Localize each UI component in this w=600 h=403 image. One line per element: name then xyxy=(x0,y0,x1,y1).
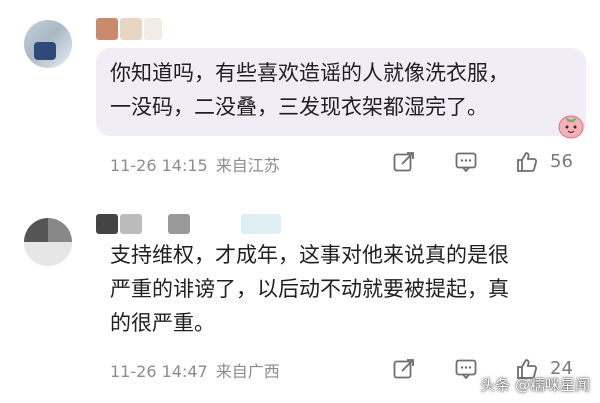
avatar[interactable] xyxy=(24,218,72,266)
reply-icon[interactable] xyxy=(454,150,478,174)
reply-icon[interactable] xyxy=(454,357,478,381)
comment-text-line: 的很严重。 xyxy=(110,311,215,335)
comment-date: 11-26 14:15 xyxy=(110,156,208,175)
comment-text-line: 支持维权，才成年，这事对他来说真的是很 xyxy=(110,243,509,267)
share-icon[interactable] xyxy=(392,357,416,381)
comment-meta: 11-26 14:47 来自广西 xyxy=(110,358,280,382)
comment-text-bubble: 你知道吗，有些喜欢造谣的人就像洗衣服， 一没码，二没叠，三发现衣架都湿完了。 xyxy=(96,48,586,136)
comment-location: 来自广西 xyxy=(215,362,280,381)
comment-meta: 11-26 14:15 来自江苏 xyxy=(110,152,280,176)
comment-location: 来自江苏 xyxy=(215,156,280,175)
comment-date: 11-26 14:47 xyxy=(110,362,208,381)
strawberry-sticker-icon xyxy=(558,115,584,139)
comment-text-line: 严重的诽谤了，以后动不动就要被提起，真 xyxy=(110,277,509,301)
comment-text-line: 一没码，二没叠，三发现衣架都湿完了。 xyxy=(110,95,488,119)
like-icon[interactable] xyxy=(515,150,539,174)
like-count: 56 xyxy=(550,151,573,172)
avatar[interactable] xyxy=(24,20,72,68)
watermark: 头条 @糯咪星闻 xyxy=(480,376,590,394)
comment-actions: 56 xyxy=(392,150,582,174)
comment-text: 支持维权，才成年，这事对他来说真的是很 严重的诽谤了，以后动不动就要被提起，真 … xyxy=(110,238,590,340)
share-icon[interactable] xyxy=(392,150,416,174)
comment-1: 你知道吗，有些喜欢造谣的人就像洗衣服， 一没码，二没叠，三发现衣架都湿完了。 1… xyxy=(0,0,600,200)
comment-2: 支持维权，才成年，这事对他来说真的是很 严重的诽谤了，以后动不动就要被提起，真 … xyxy=(0,200,600,403)
comment-text-line: 你知道吗，有些喜欢造谣的人就像洗衣服， xyxy=(110,61,509,85)
